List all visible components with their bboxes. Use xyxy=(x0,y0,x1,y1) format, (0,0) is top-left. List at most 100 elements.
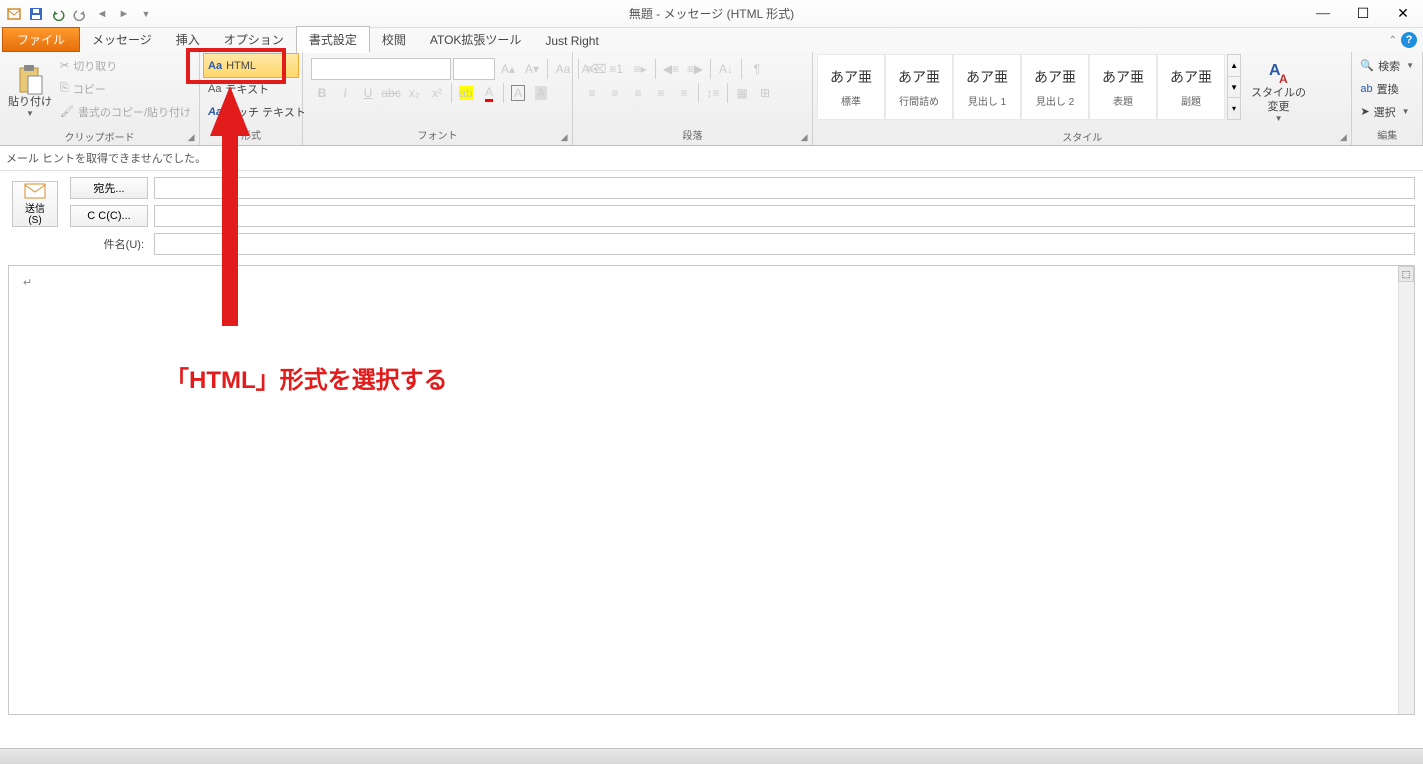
group-paragraph: ≡• ≡1 ≡▸ ◀≡ ≡▶ A↓ ¶ ≡ ≡ ≡ ≡ ≡ ↕≡ ▦ xyxy=(573,52,813,145)
save-icon[interactable] xyxy=(26,4,46,24)
subject-input[interactable] xyxy=(154,233,1415,255)
format-rich-button[interactable]: Aaリッチ テキスト xyxy=(204,100,298,123)
quick-access-toolbar: ◄ ► ▼ xyxy=(0,4,156,24)
borders-icon: ⊞ xyxy=(754,82,776,104)
minimize-button[interactable]: — xyxy=(1303,0,1343,28)
to-input[interactable] xyxy=(154,177,1415,199)
gallery-down-icon[interactable]: ▼ xyxy=(1228,76,1240,98)
shading-icon: ▦ xyxy=(731,82,753,104)
select-button[interactable]: ➤選択▼ xyxy=(1356,100,1418,123)
justify-icon: ≡ xyxy=(650,82,672,104)
title-bar: ◄ ► ▼ 無題 - メッセージ (HTML 形式) — ☐ ✕ xyxy=(0,0,1423,28)
grow-font-icon: A▴ xyxy=(497,58,519,80)
ribbon: 貼り付け ▼ ✂切り取り ⎘コピー 🖌書式のコピー/貼り付け クリップボード ◢… xyxy=(0,52,1423,146)
paragraph-mark: ↵ xyxy=(23,277,32,289)
replace-icon: ab xyxy=(1360,83,1372,95)
status-bar xyxy=(0,748,1423,764)
line-spacing-icon: ↕≡ xyxy=(702,82,724,104)
char-border-icon: A xyxy=(507,82,529,104)
highlight-icon: ab xyxy=(455,82,477,104)
font-size-input[interactable] xyxy=(453,58,495,80)
bullets-icon: ≡• xyxy=(581,58,603,80)
align-right-icon: ≡ xyxy=(627,82,649,104)
styles-dialog-launcher[interactable]: ◢ xyxy=(1337,131,1349,143)
help-icon[interactable]: ? xyxy=(1401,32,1417,48)
message-body-area[interactable]: ↵ ⬚ xyxy=(8,265,1415,715)
qat-customize-icon[interactable]: ▼ xyxy=(136,4,156,24)
replace-button[interactable]: ab置換 xyxy=(1356,77,1418,100)
redo-icon[interactable] xyxy=(70,4,90,24)
change-case-icon: Aa xyxy=(552,58,574,80)
indent-icon: ≡▶ xyxy=(684,58,706,80)
find-button[interactable]: 🔍検索▼ xyxy=(1356,54,1418,77)
send-button[interactable]: 送信 (S) xyxy=(12,181,58,227)
group-clipboard: 貼り付け ▼ ✂切り取り ⎘コピー 🖌書式のコピー/貼り付け クリップボード ◢ xyxy=(0,52,200,145)
group-font: A▴ A▾ Aa A⌫ B I U abc x₂ x² ab A A A xyxy=(303,52,573,145)
cursor-icon: ➤ xyxy=(1360,105,1369,118)
align-left-icon: ≡ xyxy=(581,82,603,104)
font-name-input[interactable] xyxy=(311,58,451,80)
scissors-icon: ✂ xyxy=(60,59,69,72)
zoom-icon[interactable]: ⬚ xyxy=(1398,266,1414,282)
style-item[interactable]: あア亜標準 xyxy=(817,54,885,120)
maximize-button[interactable]: ☐ xyxy=(1343,0,1383,28)
style-item[interactable]: あア亜表題 xyxy=(1089,54,1157,120)
change-styles-button[interactable]: AA スタイルの 変更 ▼ xyxy=(1247,54,1310,128)
svg-text:A: A xyxy=(1279,72,1288,86)
previous-icon[interactable]: ◄ xyxy=(92,4,112,24)
gallery-up-icon[interactable]: ▲ xyxy=(1228,55,1240,76)
char-shading-icon: A xyxy=(530,82,552,104)
tab-file[interactable]: ファイル xyxy=(2,27,80,52)
distribute-icon: ≡ xyxy=(673,82,695,104)
show-marks-icon: ¶ xyxy=(746,58,768,80)
brush-icon: 🖌 xyxy=(60,105,74,118)
clipboard-dialog-launcher[interactable]: ◢ xyxy=(185,131,197,143)
style-item[interactable]: あア亜見出し 2 xyxy=(1021,54,1089,120)
copy-icon: ⎘ xyxy=(60,82,69,95)
group-format: AaHTML Aaテキスト Aaリッチ テキスト 形式 xyxy=(200,52,303,145)
next-icon[interactable]: ► xyxy=(114,4,134,24)
compose-header: 送信 (S) 宛先... C C(C)... 件名(U): xyxy=(0,171,1423,261)
outlook-icon[interactable] xyxy=(4,4,24,24)
style-item[interactable]: あア亜見出し 1 xyxy=(953,54,1021,120)
tab-atok[interactable]: ATOK拡張ツール xyxy=(418,27,534,52)
italic-icon: I xyxy=(334,82,356,104)
subject-label: 件名(U): xyxy=(70,236,148,252)
underline-icon: U xyxy=(357,82,379,104)
format-text-button[interactable]: Aaテキスト xyxy=(204,77,298,100)
paragraph-dialog-launcher[interactable]: ◢ xyxy=(798,131,810,143)
subscript-icon: x₂ xyxy=(403,82,425,104)
tab-message[interactable]: メッセージ xyxy=(80,27,164,52)
font-color-icon: A xyxy=(478,82,500,104)
tab-insert[interactable]: 挿入 xyxy=(164,27,212,52)
font-dialog-launcher[interactable]: ◢ xyxy=(558,131,570,143)
mail-hint-bar: メール ヒントを取得できませんでした。 xyxy=(0,146,1423,171)
format-html-button[interactable]: AaHTML xyxy=(204,54,298,77)
format-painter-button: 🖌書式のコピー/貼り付け xyxy=(56,100,195,123)
group-styles: あア亜標準あア亜行間詰めあア亜見出し 1あア亜見出し 2あア亜表題あア亜副題 ▲… xyxy=(813,52,1352,145)
tab-justright[interactable]: Just Right xyxy=(533,30,610,52)
align-center-icon: ≡ xyxy=(604,82,626,104)
tab-review[interactable]: 校閲 xyxy=(370,27,418,52)
cc-input[interactable] xyxy=(154,205,1415,227)
cc-button[interactable]: C C(C)... xyxy=(70,205,148,227)
clipboard-icon xyxy=(16,64,44,96)
minimize-ribbon-icon[interactable]: ⌃ xyxy=(1389,35,1397,46)
paste-button[interactable]: 貼り付け ▼ xyxy=(4,54,56,128)
outdent-icon: ◀≡ xyxy=(660,58,682,80)
cut-button: ✂切り取り xyxy=(56,54,195,77)
undo-icon[interactable] xyxy=(48,4,68,24)
to-button[interactable]: 宛先... xyxy=(70,177,148,199)
tab-options[interactable]: オプション xyxy=(212,27,296,52)
change-styles-icon: AA xyxy=(1265,59,1293,87)
style-gallery[interactable]: あア亜標準あア亜行間詰めあア亜見出し 1あア亜見出し 2あア亜表題あア亜副題 xyxy=(817,54,1225,120)
vertical-scrollbar[interactable]: ⬚ xyxy=(1398,266,1414,714)
group-edit: 🔍検索▼ ab置換 ➤選択▼ 編集 xyxy=(1352,52,1423,145)
sort-icon: A↓ xyxy=(715,58,737,80)
style-item[interactable]: あア亜行間詰め xyxy=(885,54,953,120)
style-item[interactable]: あア亜副題 xyxy=(1157,54,1225,120)
gallery-more-icon[interactable]: ▾ xyxy=(1228,97,1240,119)
strikethrough-icon: abc xyxy=(380,82,402,104)
close-button[interactable]: ✕ xyxy=(1383,0,1423,28)
tab-format[interactable]: 書式設定 xyxy=(296,26,370,53)
